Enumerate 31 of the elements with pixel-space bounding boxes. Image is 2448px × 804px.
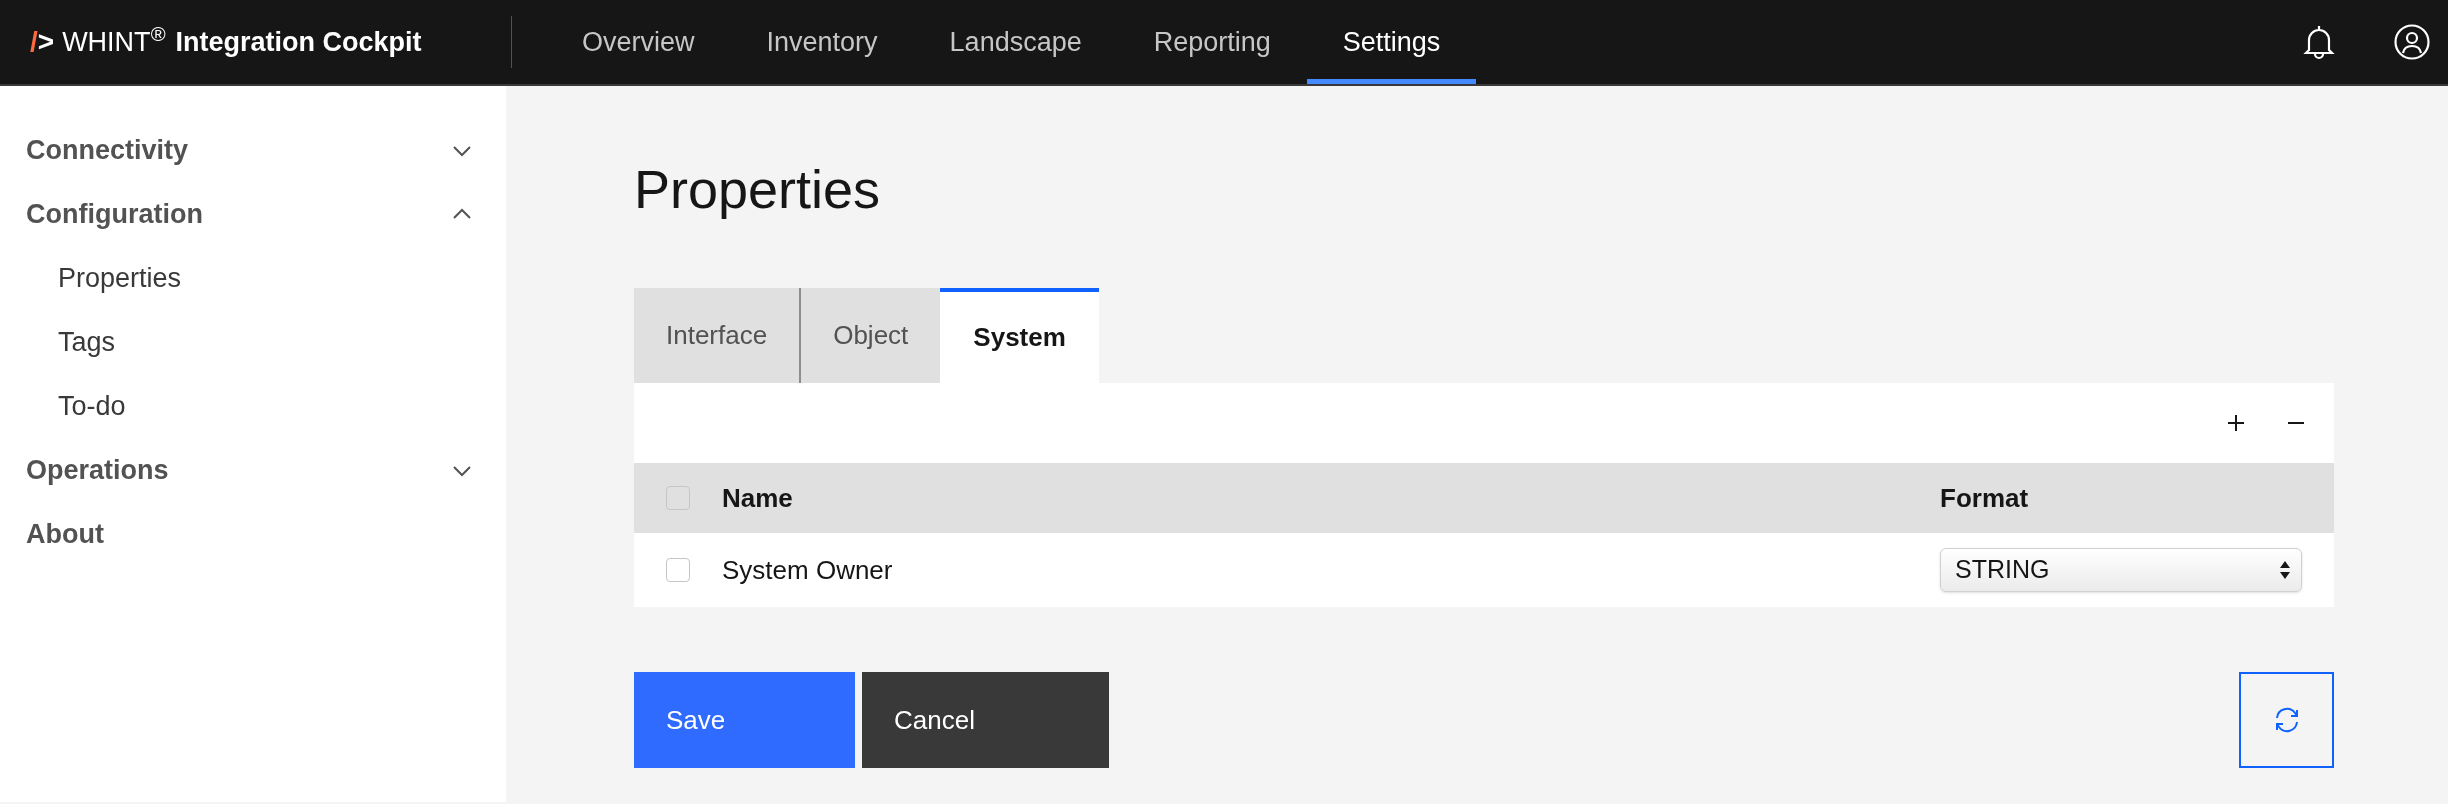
sidebar-subitem[interactable]: Properties	[58, 257, 182, 299]
brand-name: WHINT$^{®}$	[62, 21, 166, 59]
product-name: Integration Cockpit	[175, 25, 422, 59]
column-header: Format	[1940, 481, 2029, 515]
notification-bell-icon[interactable]	[2302, 24, 2336, 60]
column-header: Name	[722, 481, 794, 515]
tab[interactable]: Interface	[634, 288, 802, 383]
nav-tab[interactable]: Reporting	[1117, 0, 1307, 84]
up-down-arrows-icon	[2279, 560, 2291, 580]
nav-tab[interactable]: Inventory	[730, 0, 914, 84]
tab[interactable]: Object	[801, 288, 941, 383]
sidebar-item[interactable]: Operations	[26, 449, 169, 491]
refresh-button[interactable]	[2239, 672, 2334, 768]
nav-tab[interactable]: Settings	[1306, 0, 1477, 84]
sidebar-item[interactable]: Configuration	[26, 193, 203, 235]
select-all-checkbox[interactable]	[666, 486, 690, 510]
sidebar-item[interactable]: About	[26, 513, 104, 555]
format-select[interactable]: STRING	[1940, 548, 2302, 592]
cancel-button[interactable]: Cancel	[862, 672, 1109, 768]
row-checkbox[interactable]	[666, 558, 690, 582]
sidebar-subitem[interactable]: Tags	[58, 321, 116, 363]
tab[interactable]: System	[940, 288, 1099, 383]
logo-mark: />	[30, 25, 55, 59]
sidebar-item[interactable]: Connectivity	[26, 129, 189, 171]
nav-tab[interactable]: Overview	[546, 0, 731, 84]
add-icon[interactable]	[2226, 413, 2246, 433]
sidebar-subitem[interactable]: To-do	[58, 385, 126, 427]
save-button[interactable]: Save	[634, 672, 855, 768]
table-cell-text: System Owner	[722, 553, 894, 587]
nav-tab[interactable]: Landscape	[913, 0, 1118, 84]
user-avatar-icon[interactable]	[2394, 24, 2430, 60]
